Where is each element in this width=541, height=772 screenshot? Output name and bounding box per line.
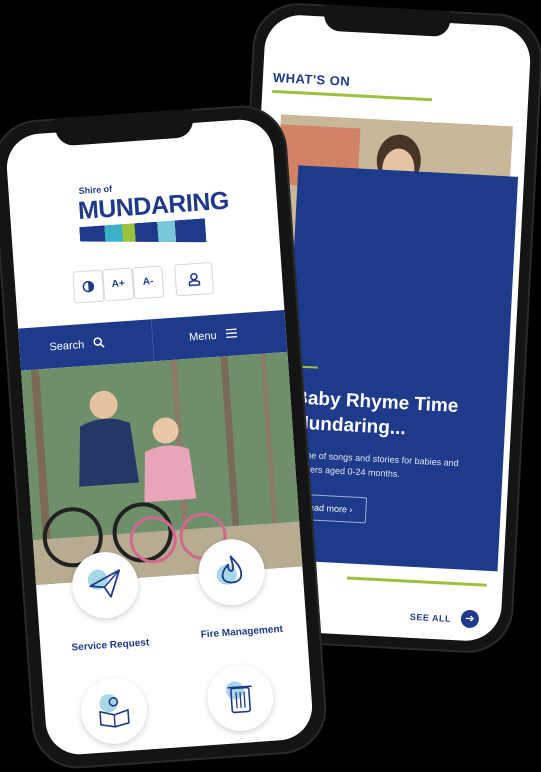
library-tile[interactable] <box>78 675 150 747</box>
see-all-link[interactable]: SEE ALL <box>410 612 452 624</box>
event-title[interactable]: Baby Rhyme Time Mundaring... <box>292 385 494 445</box>
waste-tile[interactable] <box>205 662 276 734</box>
paper-plane-icon <box>87 569 121 598</box>
contrast-button[interactable] <box>72 269 105 304</box>
flame-icon <box>216 555 243 585</box>
decrease-text-button[interactable]: A- <box>132 265 165 300</box>
hero-photo <box>21 351 303 585</box>
fire-management-label[interactable]: Fire Management <box>182 623 302 642</box>
book-reader-icon <box>99 694 130 728</box>
contrast-icon <box>82 280 95 293</box>
menu-label: Menu <box>188 329 218 344</box>
search-button[interactable]: Search <box>48 323 106 369</box>
hamburger-icon <box>225 328 238 339</box>
bin-icon <box>225 681 252 714</box>
front-phone-screen: Shire of MUNDARING A+ A- Search Menu Ser… <box>4 117 315 757</box>
title-underline <box>272 89 433 102</box>
menu-button[interactable]: Menu <box>188 313 239 358</box>
waste-label[interactable] <box>190 748 310 756</box>
search-label: Search <box>49 339 85 354</box>
nav-divider <box>150 319 155 362</box>
increase-text-button[interactable]: A+ <box>102 267 135 302</box>
front-phone: Shire of MUNDARING A+ A- Search Menu Ser… <box>0 102 330 772</box>
whats-on-title: WHAT'S ON <box>272 69 351 89</box>
account-button[interactable] <box>174 261 215 297</box>
search-icon <box>93 337 105 348</box>
user-icon <box>188 272 201 287</box>
see-all-line <box>346 576 487 587</box>
arrow-right-icon[interactable]: ➜ <box>460 609 480 629</box>
service-request-label[interactable]: Service Request <box>50 636 170 655</box>
